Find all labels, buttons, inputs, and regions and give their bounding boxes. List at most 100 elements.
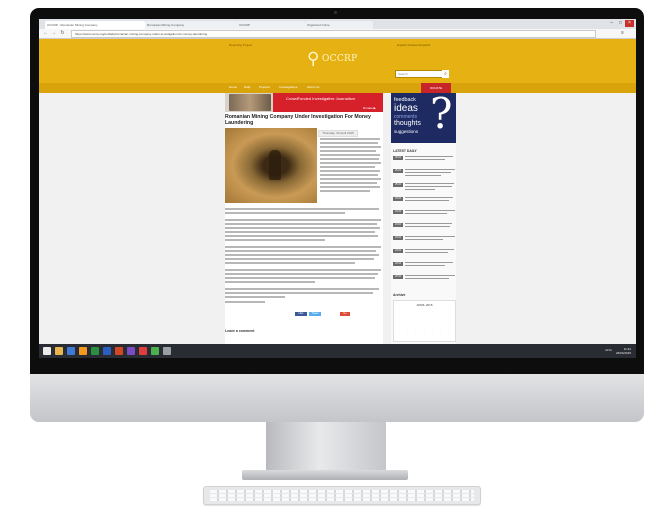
banner-cta[interactable]: Donate ▶ <box>363 106 376 110</box>
language-links[interactable]: English Russian Español <box>397 43 430 47</box>
archive-heading: Archive <box>393 293 406 297</box>
calendar-day-cell[interactable]: · <box>445 328 452 332</box>
powerpoint-icon[interactable] <box>115 347 123 355</box>
browser-tab-strip: OCCRP - Romanian Mining Company Romanian… <box>39 19 636 29</box>
latest-item[interactable]: 23.04 <box>393 261 455 270</box>
word-icon[interactable] <box>103 347 111 355</box>
calendar-day-cell[interactable]: · <box>404 322 411 326</box>
calendar-day-cell[interactable]: · <box>421 334 428 338</box>
browser-tab[interactable]: Romanian Mining Company <box>145 21 237 29</box>
nav-item-investigations[interactable]: Investigations <box>279 85 297 89</box>
calendar-day-cell[interactable]: · <box>421 322 428 326</box>
question-mark-icon: ? <box>430 89 453 138</box>
nav-item-daily[interactable]: Daily <box>244 85 251 89</box>
calendar-day-cell[interactable]: · <box>421 328 428 332</box>
close-icon[interactable]: × <box>625 20 634 27</box>
windows-start-icon[interactable] <box>43 347 51 355</box>
calendar-day-cell[interactable]: · <box>421 316 428 320</box>
facebook-like-button[interactable]: Like <box>295 312 307 316</box>
calendar-day-cell[interactable]: · <box>412 328 419 332</box>
nav-item-about[interactable]: About Us <box>307 85 319 89</box>
latest-item[interactable]: 23.04 <box>393 235 455 244</box>
latest-item[interactable]: 24.04 <box>393 196 455 205</box>
calendar-day-cell[interactable]: · <box>445 316 452 320</box>
calendar-day-cell[interactable]: · <box>412 334 419 338</box>
feedback-ad[interactable]: feedback ideas comments thoughts suggest… <box>391 89 456 143</box>
explorer-icon[interactable] <box>55 347 63 355</box>
latest-heading: LATEST DAILY <box>393 149 417 153</box>
latest-item[interactable]: 26.04 <box>393 155 455 164</box>
system-tray[interactable]: ENG <box>605 348 612 352</box>
firefox-icon[interactable] <box>79 347 87 355</box>
clock[interactable]: 11:42 26/04/2015 <box>616 347 631 355</box>
body-text-line <box>225 258 374 260</box>
acrobat-icon[interactable] <box>139 347 147 355</box>
donation-banner[interactable]: CrowdFunded Investigative Journalism Don… <box>225 93 383 112</box>
latest-item[interactable]: 24.04 <box>393 209 455 218</box>
browser-tab[interactable]: OCCRP - Romanian Mining Company <box>45 21 145 29</box>
calendar-day-cell[interactable]: · <box>437 316 444 320</box>
calendar-day-cell[interactable]: · <box>437 328 444 332</box>
calendar-day-cell[interactable]: · <box>429 322 436 326</box>
calendar-day-cell[interactable]: · <box>404 328 411 332</box>
latest-date: 25.04 <box>393 169 403 173</box>
chrome-icon[interactable] <box>151 347 159 355</box>
calendar-day-cell[interactable]: · <box>429 316 436 320</box>
back-icon[interactable]: ← <box>42 30 49 37</box>
calendar-day-cell[interactable]: · <box>396 310 403 314</box>
calendar-day-cell[interactable]: · <box>396 316 403 320</box>
latest-date: 25.04 <box>393 183 403 187</box>
url-input[interactable]: https://www.occrp.org/en/daily/romanian-… <box>71 30 596 38</box>
calendar-day-cell[interactable]: · <box>429 334 436 338</box>
ad-suggestions-text: suggestions <box>394 129 419 134</box>
calendar-day-cell[interactable]: · <box>437 334 444 338</box>
browser-tab[interactable]: OCCRP <box>237 21 305 29</box>
maximize-icon[interactable]: □ <box>616 20 625 27</box>
calendar-day-cell[interactable]: · <box>404 334 411 338</box>
calendar-day-cell[interactable]: · <box>412 322 419 326</box>
nav-item-home[interactable]: Home <box>229 85 237 89</box>
onenote-icon[interactable] <box>127 347 135 355</box>
body-text-line <box>225 246 381 248</box>
reload-icon[interactable]: ↻ <box>59 30 66 37</box>
latest-item[interactable]: 22.04 <box>393 274 455 283</box>
google-plus-button[interactable]: G+ <box>340 312 350 316</box>
body-text-line <box>225 292 373 294</box>
search-input[interactable]: Search <box>395 70 443 78</box>
latest-text-line <box>405 159 445 161</box>
ie-icon[interactable] <box>67 347 75 355</box>
browser-tab[interactable]: Organized Crime <box>305 21 373 29</box>
calendar-day-cell[interactable]: · <box>396 322 403 326</box>
calendar-day-cell[interactable]: · <box>437 322 444 326</box>
latest-item[interactable]: 25.04 <box>393 182 455 191</box>
calendar-day-cell[interactable]: · <box>445 334 452 338</box>
excel-icon[interactable] <box>91 347 99 355</box>
menu-icon[interactable]: ≡ <box>619 30 626 37</box>
calendar-day-cell[interactable]: · <box>445 322 452 326</box>
calendar-day-cell[interactable]: · <box>445 310 452 314</box>
calendar-day-cell[interactable]: · <box>404 310 411 314</box>
latest-text-line <box>405 156 453 158</box>
leave-comment-heading[interactable]: Leave a comment <box>225 329 254 333</box>
latest-item[interactable]: 25.04 <box>393 168 455 177</box>
search-icon[interactable]: ⌕ <box>442 70 449 78</box>
calendar-day-cell[interactable]: · <box>396 334 403 338</box>
latest-item[interactable]: 23.04 <box>393 222 455 231</box>
calendar-day-cell[interactable]: · <box>412 310 419 314</box>
calendar-day-cell[interactable]: · <box>437 310 444 314</box>
calendar-day-cell[interactable]: · <box>429 328 436 332</box>
calendar-day-cell[interactable]: · <box>412 316 419 320</box>
settings-icon[interactable] <box>163 347 171 355</box>
calendar-day-cell[interactable]: · <box>404 316 411 320</box>
calendar-day-cell[interactable]: · <box>421 310 428 314</box>
body-text-line <box>320 170 380 172</box>
site-logo[interactable]: ⚲ OCCRP <box>307 48 365 72</box>
latest-text-line <box>405 249 454 251</box>
latest-item[interactable]: 23.04 <box>393 248 455 257</box>
minimize-icon[interactable]: – <box>607 20 616 27</box>
forward-icon[interactable]: → <box>50 30 57 37</box>
tweet-button[interactable]: Tweet <box>309 312 321 316</box>
calendar-day-cell[interactable]: · <box>429 310 436 314</box>
nav-item-projects[interactable]: Projects <box>259 85 270 89</box>
calendar-day-cell[interactable]: · <box>396 328 403 332</box>
